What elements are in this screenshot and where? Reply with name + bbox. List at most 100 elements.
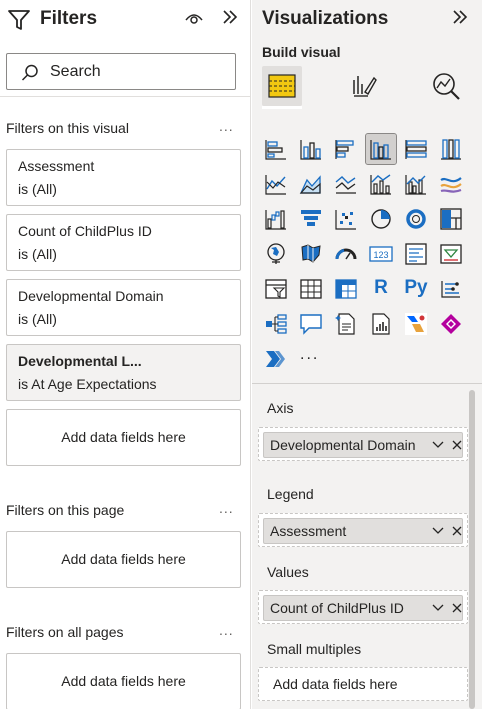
section-filters-on-page: Filters on this page xyxy=(6,502,125,518)
treemap-icon[interactable] xyxy=(436,204,466,234)
more-options-page[interactable]: ... xyxy=(219,500,234,516)
add-data-fields-label: Add data fields here xyxy=(61,551,186,567)
scatter-chart-icon[interactable] xyxy=(331,204,361,234)
svg-text:123: 123 xyxy=(373,250,388,260)
add-data-fields-visual[interactable]: Add data fields here xyxy=(6,409,241,466)
add-data-fields-page[interactable]: Add data fields here xyxy=(6,531,241,588)
stacked-area-chart-icon[interactable] xyxy=(331,169,361,199)
filter-card-value: is (All) xyxy=(18,181,57,197)
key-influencers-icon[interactable] xyxy=(436,274,466,304)
qa-speech-bubble-icon[interactable] xyxy=(296,309,326,339)
visualizations-title: Visualizations xyxy=(262,8,389,29)
filter-card-value: is (All) xyxy=(18,311,57,327)
eye-icon[interactable] xyxy=(184,10,204,26)
collapse-filters-icon[interactable] xyxy=(220,7,240,27)
analytics-magnifier-icon xyxy=(433,73,460,100)
remove-field-icon[interactable] xyxy=(452,603,462,613)
line-and-clustered-column-chart-icon[interactable] xyxy=(401,169,431,199)
100-percent-stacked-column-chart-icon[interactable] xyxy=(436,134,466,164)
tab-analytics[interactable] xyxy=(426,66,466,106)
search-box[interactable] xyxy=(6,53,236,90)
r-script-visual-icon[interactable]: R xyxy=(366,274,396,304)
card-icon[interactable]: 123 xyxy=(366,239,396,269)
gauge-icon[interactable] xyxy=(331,239,361,269)
field-pill-developmental-domain[interactable]: Developmental Domain xyxy=(263,432,463,458)
field-pill-label: Count of ChildPlus ID xyxy=(270,600,404,616)
field-pill-assessment[interactable]: Assessment xyxy=(263,518,463,544)
kpi-icon[interactable] xyxy=(436,239,466,269)
table-icon[interactable] xyxy=(296,274,326,304)
scrollbar[interactable] xyxy=(469,390,475,709)
ribbon-chart-icon[interactable] xyxy=(436,169,466,199)
area-chart-icon[interactable] xyxy=(296,169,326,199)
waterfall-chart-icon[interactable] xyxy=(261,204,291,234)
tab-build-visual[interactable] xyxy=(262,66,302,106)
donut-chart-icon[interactable] xyxy=(401,204,431,234)
chevron-down-icon[interactable] xyxy=(432,604,444,612)
stacked-column-chart-icon[interactable] xyxy=(296,134,326,164)
filter-icon xyxy=(8,10,30,30)
paginated-report-icon[interactable] xyxy=(366,309,396,339)
add-data-fields-all-pages[interactable]: Add data fields here xyxy=(6,653,241,709)
filter-card-assessment[interactable]: Assessment is (All) xyxy=(6,149,241,206)
filters-header: Filters xyxy=(0,0,250,40)
add-data-fields-label: Add data fields here xyxy=(61,673,186,689)
clustered-column-chart-icon[interactable] xyxy=(365,133,397,165)
stacked-bar-chart-icon[interactable] xyxy=(261,134,291,164)
build-visual-label: Build visual xyxy=(262,44,341,60)
100-percent-stacked-bar-chart-icon[interactable] xyxy=(401,134,431,164)
search-input[interactable] xyxy=(50,61,230,83)
slicer-icon[interactable] xyxy=(261,274,291,304)
power-automate-icon[interactable] xyxy=(401,309,431,339)
fields-icon xyxy=(268,74,296,98)
divider xyxy=(0,96,250,97)
filter-card-name: Developmental Domain xyxy=(18,288,164,304)
tab-underline xyxy=(262,106,302,109)
section-filters-on-all-pages: Filters on all pages xyxy=(6,624,124,640)
chevron-down-icon[interactable] xyxy=(432,441,444,449)
pie-chart-icon[interactable] xyxy=(366,204,396,234)
collapse-visualizations-icon[interactable] xyxy=(450,7,470,27)
remove-field-icon[interactable] xyxy=(452,440,462,450)
search-icon xyxy=(21,64,38,81)
divider xyxy=(252,383,482,384)
well-axis: Developmental Domain xyxy=(258,427,468,461)
more-options-all-pages[interactable]: ... xyxy=(219,622,234,638)
line-chart-icon[interactable] xyxy=(261,169,291,199)
map-globe-icon[interactable] xyxy=(261,239,291,269)
more-options-visual[interactable]: ... xyxy=(219,118,234,134)
multi-row-card-icon[interactable] xyxy=(401,239,431,269)
power-apps-icon[interactable] xyxy=(436,309,466,339)
chevron-down-icon[interactable] xyxy=(432,527,444,535)
well-label-axis: Axis xyxy=(267,400,294,416)
matrix-icon[interactable] xyxy=(331,274,361,304)
field-pill-count-childplus-id[interactable]: Count of ChildPlus ID xyxy=(263,595,463,621)
filter-card-value: is (All) xyxy=(18,246,57,262)
add-data-fields-label: Add data fields here xyxy=(273,676,398,692)
python-glyph: Py xyxy=(404,277,428,298)
filter-card-count-childplus-id[interactable]: Count of ChildPlus ID is (All) xyxy=(6,214,241,271)
filter-card-developmental-domain[interactable]: Developmental Domain is (All) xyxy=(6,279,241,336)
filter-card-name: Developmental L... xyxy=(18,353,142,369)
visualizations-pane: Visualizations Build visual 123 R Py ...… xyxy=(252,0,482,709)
remove-field-icon[interactable] xyxy=(452,526,462,536)
line-and-stacked-column-chart-icon[interactable] xyxy=(366,169,396,199)
field-pill-label: Developmental Domain xyxy=(270,437,416,453)
funnel-chart-icon[interactable] xyxy=(296,204,326,234)
well-small-multiples[interactable]: Add data fields here xyxy=(258,667,468,701)
get-more-visuals-icon[interactable] xyxy=(261,344,291,374)
well-label-legend: Legend xyxy=(267,486,314,502)
filled-map-icon[interactable] xyxy=(296,239,326,269)
more-visuals-ellipsis[interactable]: ... xyxy=(300,346,319,364)
filter-card-name: Count of ChildPlus ID xyxy=(18,223,152,239)
tab-format-visual[interactable] xyxy=(344,66,384,106)
decomposition-tree-icon[interactable] xyxy=(261,309,291,339)
smart-narrative-icon[interactable] xyxy=(331,309,361,339)
well-legend: Assessment xyxy=(258,513,468,547)
r-glyph: R xyxy=(374,277,388,298)
filter-card-value: is At Age Expectations xyxy=(18,376,157,392)
well-label-values: Values xyxy=(267,564,309,580)
clustered-bar-chart-icon[interactable] xyxy=(331,134,361,164)
python-visual-icon[interactable]: Py xyxy=(401,274,431,304)
filter-card-developmental-level[interactable]: Developmental L... is At Age Expectation… xyxy=(6,344,241,401)
